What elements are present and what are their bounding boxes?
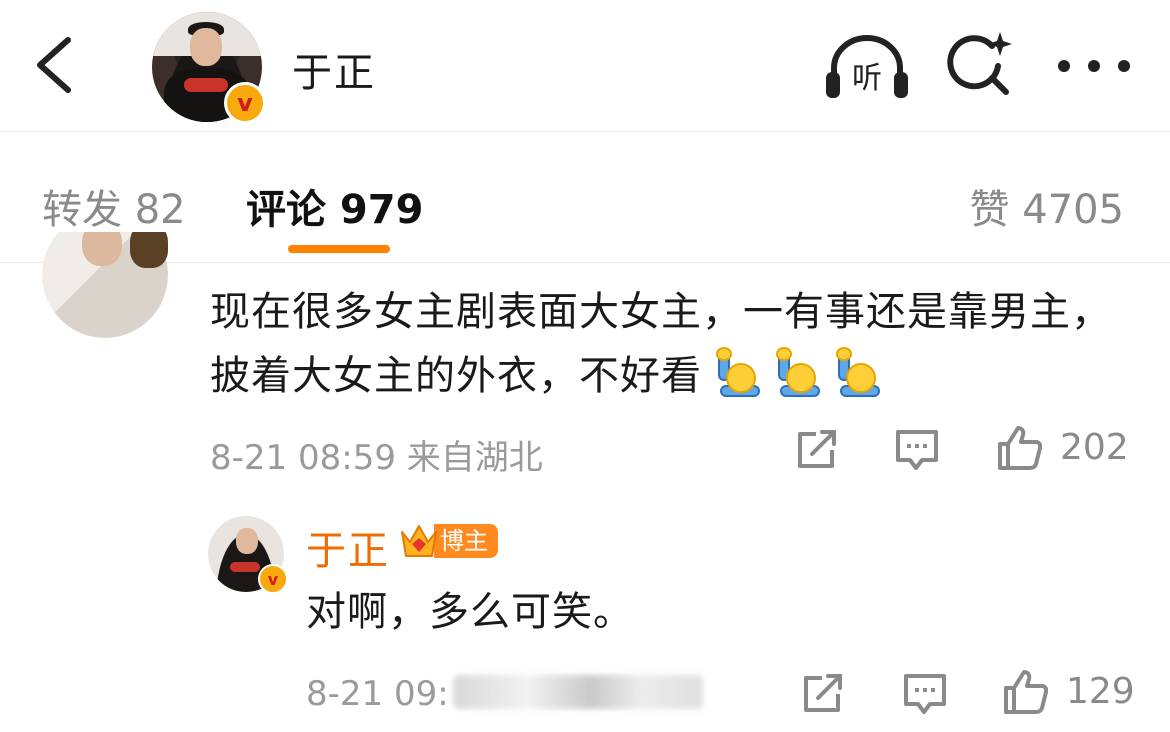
chevron-left-icon[interactable] [28, 30, 84, 100]
top-nav-bar: v 于正 听 [0, 0, 1170, 132]
like-count: 202 [1060, 426, 1129, 468]
search-sparkle-icon[interactable] [946, 32, 1014, 100]
reply-icon[interactable] [894, 428, 940, 472]
reply-time: 8-21 09: [306, 674, 449, 714]
reply-meta: 8-21 09: [306, 674, 703, 714]
host-badge-label: 博主 [434, 524, 498, 558]
active-tab-indicator [288, 245, 390, 253]
like-button[interactable]: 202 [996, 424, 1129, 470]
tab-comment[interactable]: 评论 979 [246, 177, 423, 235]
verified-badge-icon: v [258, 564, 288, 594]
comment-time: 8-21 08:59 [210, 438, 396, 478]
crown-icon [401, 525, 437, 557]
share-icon[interactable] [794, 428, 840, 472]
like-button[interactable]: 129 [1002, 668, 1135, 714]
thumbs-up-icon [1004, 670, 1048, 714]
headphones-icon[interactable]: 听 [824, 34, 910, 100]
tab-like[interactable]: 赞 4705 [969, 177, 1124, 235]
commenter-avatar[interactable] [42, 232, 168, 338]
comment-body: 现在很多女主剧表面大女主，一有事还是靠男主，披着大女主的外衣，不好看 [210, 289, 1112, 399]
thumbs-up-icon [998, 426, 1042, 470]
reply-text: 对啊，多么可笑。 [306, 589, 634, 635]
comment-tabs: 转发 82 评论 979 赞 4705 [0, 133, 1170, 263]
more-icon[interactable] [1058, 54, 1130, 78]
listen-label: 听 [852, 61, 882, 96]
comment-text: 现在很多女主剧表面大女主，一有事还是靠男主，披着大女主的外衣，不好看 [210, 280, 1130, 408]
page-title: 于正 [292, 50, 376, 96]
verified-badge-icon: v [224, 82, 266, 124]
share-icon[interactable] [800, 672, 846, 716]
raising-hand-emoji-icon [836, 347, 882, 397]
reply-author-name[interactable]: 于正 [306, 518, 390, 576]
comment-location: 来自湖北 [406, 438, 543, 478]
reply-icon[interactable] [902, 672, 948, 716]
raising-hand-emoji-icon [776, 347, 822, 397]
tab-repost[interactable]: 转发 82 [42, 177, 186, 235]
raising-hand-emoji-icon [716, 347, 762, 397]
blurred-location [452, 675, 703, 709]
comment-meta: 8-21 08:59 来自湖北 [210, 430, 543, 479]
host-badge: 博主 [398, 520, 498, 562]
like-count: 129 [1066, 670, 1135, 712]
